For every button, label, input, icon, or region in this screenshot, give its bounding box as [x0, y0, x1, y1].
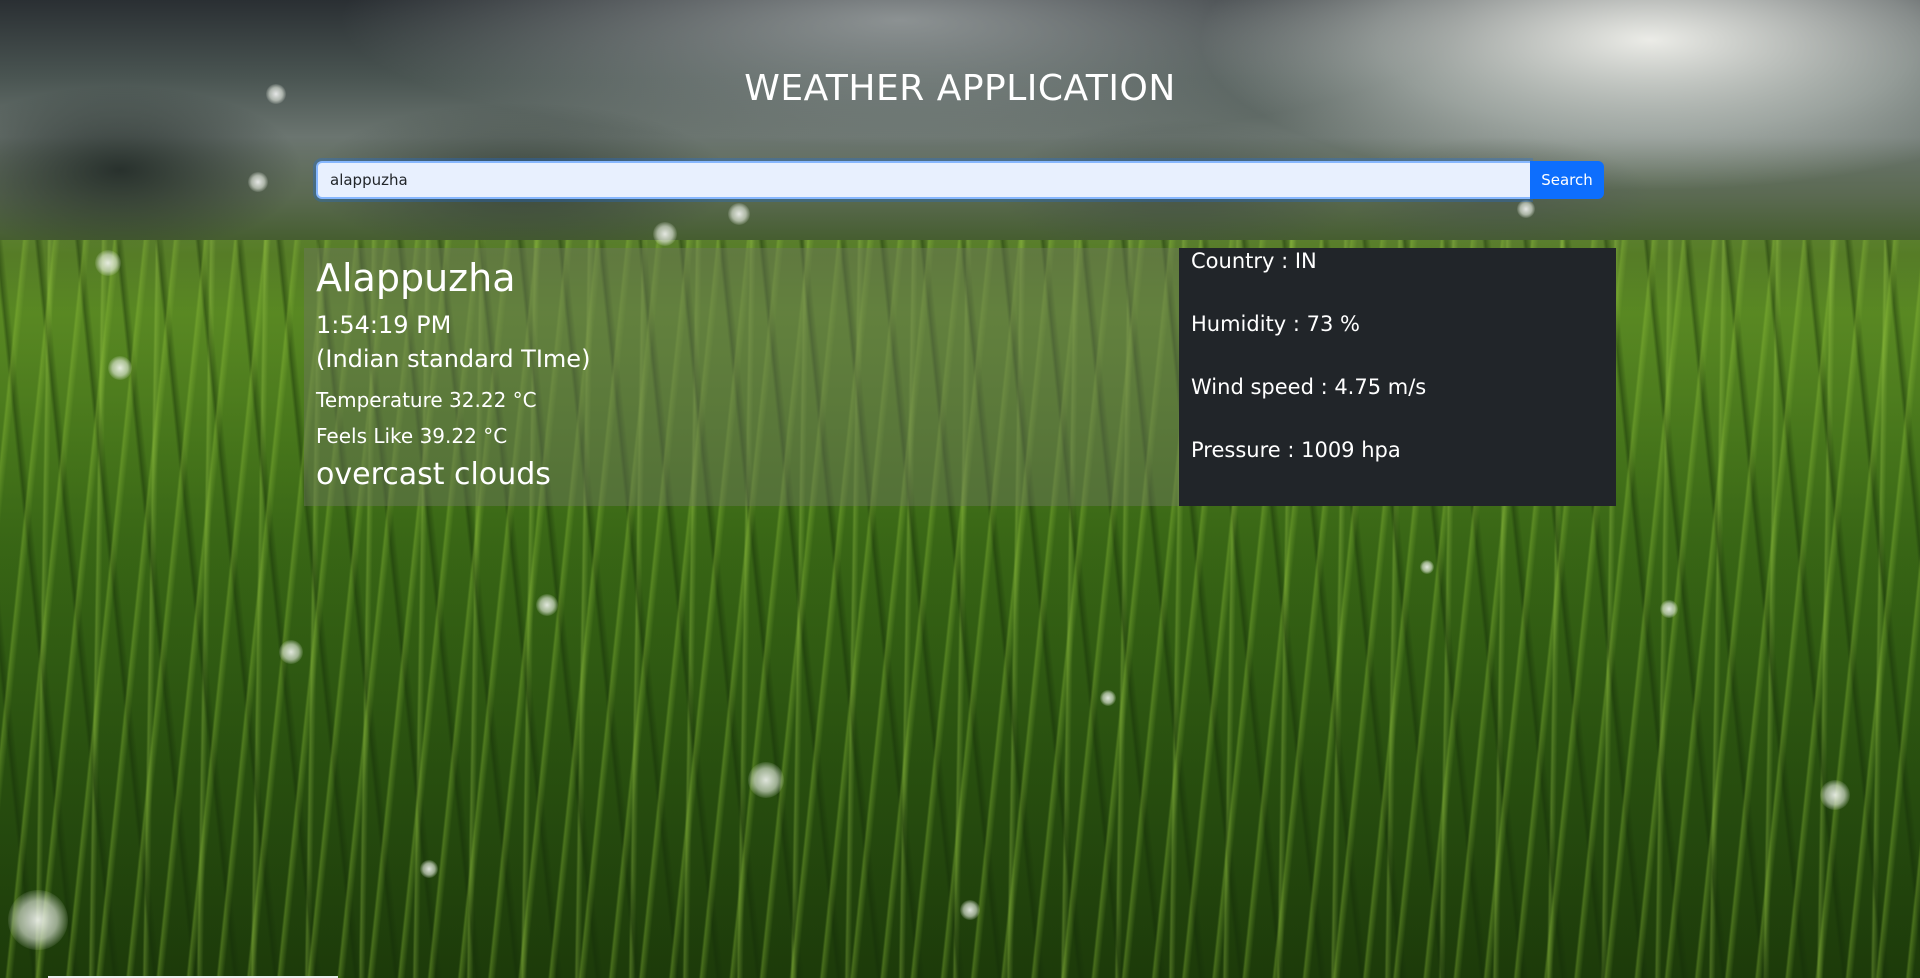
bokeh-drop — [653, 222, 677, 246]
bokeh-drop — [748, 762, 784, 798]
weather-description: overcast clouds — [316, 457, 551, 492]
weather-details-panel: Country : IN Humidity : 73 % Wind speed … — [1179, 248, 1616, 506]
feels-like: Feels Like 39.22 °C — [316, 424, 508, 448]
bokeh-drop — [1517, 200, 1535, 218]
bokeh-drop — [536, 594, 558, 616]
timezone-label: (Indian standard TIme) — [316, 345, 591, 373]
bokeh-drop — [1100, 690, 1116, 706]
search-bar: Search — [316, 161, 1604, 199]
temperature: Temperature 32.22 °C — [316, 388, 537, 412]
country-stat: Country : IN — [1191, 249, 1317, 273]
city-name: Alappuzha — [316, 256, 516, 300]
page: WEATHER APPLICATION Search Alappuzha 1:5… — [0, 0, 1920, 978]
page-title: WEATHER APPLICATION — [744, 68, 1176, 109]
weather-summary-panel: Alappuzha 1:54:19 PM (Indian standard TI… — [304, 248, 1179, 506]
bokeh-drop — [1660, 600, 1678, 618]
bokeh-drop — [960, 900, 980, 920]
bokeh-drop — [95, 250, 121, 276]
bokeh-drop — [279, 640, 303, 664]
bokeh-drop — [420, 860, 438, 878]
bokeh-drop — [108, 356, 132, 380]
bokeh-drop — [728, 203, 750, 225]
wind-speed-stat: Wind speed : 4.75 m/s — [1191, 375, 1427, 399]
humidity-stat: Humidity : 73 % — [1191, 312, 1360, 336]
search-button[interactable]: Search — [1530, 161, 1604, 199]
bokeh-drop — [248, 172, 268, 192]
pressure-stat: Pressure : 1009 hpa — [1191, 438, 1401, 462]
search-input[interactable] — [316, 161, 1530, 199]
bokeh-drop — [8, 890, 68, 950]
bokeh-drop — [1820, 780, 1850, 810]
local-time: 1:54:19 PM — [316, 311, 452, 339]
bokeh-drop — [1420, 560, 1434, 574]
